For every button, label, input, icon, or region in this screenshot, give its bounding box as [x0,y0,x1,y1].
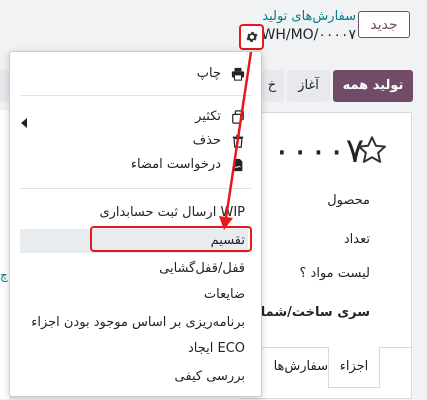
star-icon[interactable] [356,134,388,166]
field-label-bom: لیست مواد ؟ [299,266,371,281]
menu-item-delete[interactable]: حذف [20,129,248,153]
status-button-partial[interactable]: خ [260,70,284,102]
actions-dropdown: چاپ تکثیر حذف درخواست امضاء ارسال ثبت حس… [9,51,262,397]
field-label-quantity: تعداد [343,232,370,247]
menu-item-plan-components[interactable]: برنامه‌ریزی بر اساس موجود بودن اجزاء [20,311,248,335]
produce-all-button[interactable]: تولید همه [333,70,413,102]
split-highlight-box [90,226,252,252]
menu-item-delete-label: حذف [192,133,221,148]
breadcrumb-parent[interactable]: سفارش‌های تولید [262,9,356,24]
copy-icon [232,110,244,124]
field-label-product: محصول [327,193,370,208]
signature-document-icon [233,158,243,172]
trash-icon [232,134,244,148]
menu-item-create-eco[interactable]: ایجاد ECO [20,337,248,361]
menu-item-create-eco-label: ایجاد ECO [187,341,245,356]
menu-item-request-signature-label: درخواست امضاء [130,157,221,172]
start-button[interactable]: آغاز [287,70,330,102]
menu-item-lock-unlock[interactable]: قفل/قفل‌گشایی [20,257,248,281]
menu-item-quality-check-label: بررسی کیفی [174,369,245,384]
gear-icon [245,31,258,43]
menu-item-scrap-label: ضایعات [203,287,245,302]
menu-divider [20,95,251,96]
menu-item-scrap[interactable]: ضایعات [20,283,248,307]
breadcrumb-current: WH/MO/۰۰۰۰۷ [261,27,357,43]
menu-item-print-label: چاپ [196,66,221,81]
status-button-left[interactable] [0,70,9,102]
record-title: ۰۰۰۰۷ [272,131,364,171]
menu-item-wip-accounting[interactable]: ارسال ثبت حسابداری WIP [20,201,248,225]
menu-item-print[interactable]: چاپ [20,62,248,86]
menu-item-plan-components-label: برنامه‌ریزی بر اساس موجود بودن اجزاء [31,315,245,330]
actions-gear-button[interactable] [239,24,264,50]
menu-item-duplicate-label: تکثیر [195,109,221,124]
left-panel-text: چ [0,268,8,282]
tab-work-orders[interactable]: سفارش‌ها [254,347,328,387]
new-button[interactable]: جدید [358,11,410,38]
menu-item-duplicate[interactable]: تکثیر [20,105,248,129]
menu-item-request-signature[interactable]: درخواست امضاء [20,153,248,177]
menu-item-quality-check[interactable]: بررسی کیفی [20,365,248,389]
tab-components[interactable]: اجزاء [328,347,380,388]
print-icon [231,67,245,81]
menu-item-wip-accounting-label: ارسال ثبت حسابداری WIP [99,205,245,220]
menu-item-lock-unlock-label: قفل/قفل‌گشایی [159,261,245,276]
menu-divider [20,188,251,189]
